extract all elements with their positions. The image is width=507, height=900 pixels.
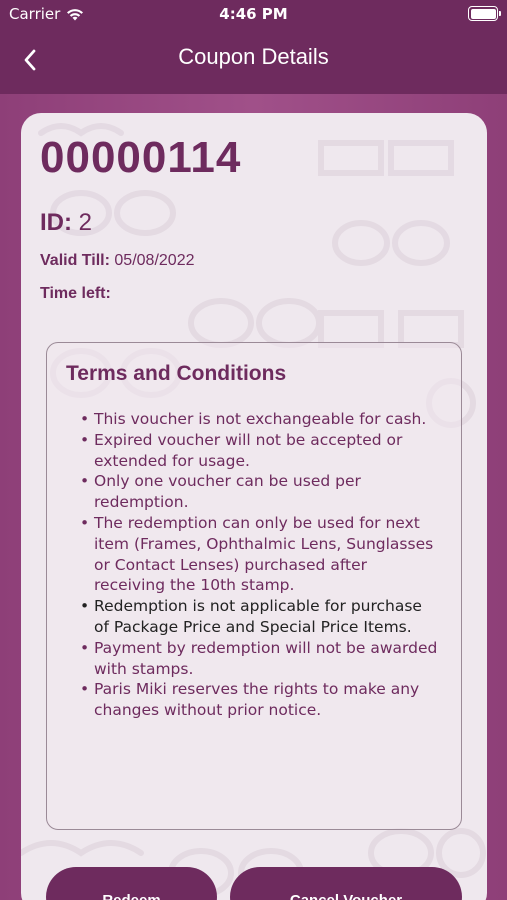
time-left-label: Time left: <box>40 285 111 302</box>
terms-item: This voucher is not exchangeable for cas… <box>80 409 440 430</box>
nav-header: Carrier 4:46 PM Coupon Details <box>0 0 507 94</box>
status-bar: Carrier 4:46 PM <box>0 0 507 28</box>
battery-icon <box>468 6 501 21</box>
coupon-card: 00000114 ID: 2 Valid Till: 05/08/2022 Ti… <box>21 113 487 900</box>
page-title: Coupon Details <box>178 44 329 69</box>
coupon-id-row: ID: 2 <box>40 209 92 237</box>
coupon-code: 00000114 <box>40 133 242 182</box>
terms-item: Only one voucher can be used per redempt… <box>80 471 440 513</box>
terms-item: Payment by redemption will not be awarde… <box>80 638 440 680</box>
terms-item: Expired voucher will not be accepted or … <box>80 430 440 472</box>
terms-item: Redemption is not applicable for purchas… <box>80 596 440 638</box>
valid-till-label: Valid Till: <box>40 252 110 269</box>
terms-item: Paris Miki reserves the rights to make a… <box>80 679 440 721</box>
terms-box: Terms and Conditions This voucher is not… <box>46 342 462 830</box>
valid-till-row: Valid Till: 05/08/2022 <box>40 252 194 270</box>
id-value: 2 <box>78 209 93 236</box>
redeem-button[interactable]: Redeem <box>46 867 217 900</box>
status-time: 4:46 PM <box>219 5 288 23</box>
terms-list: This voucher is not exchangeable for cas… <box>80 409 440 721</box>
cancel-voucher-button[interactable]: Cancel Voucher <box>230 867 462 900</box>
terms-item: The redemption can only be used for next… <box>80 513 440 596</box>
valid-till-value: 05/08/2022 <box>114 252 195 269</box>
id-label: ID: <box>40 209 72 236</box>
terms-title: Terms and Conditions <box>66 362 287 385</box>
